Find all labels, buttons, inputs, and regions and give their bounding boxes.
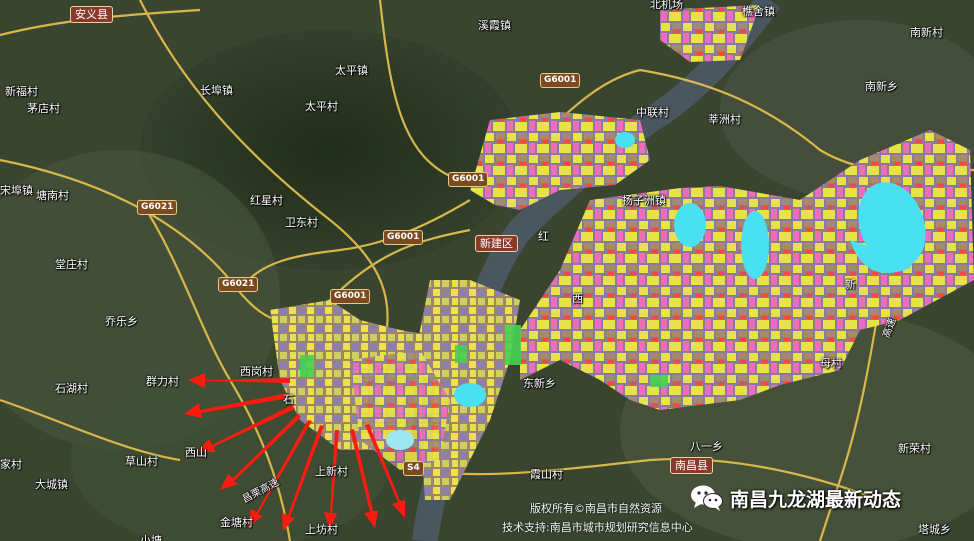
place-tacheng-village[interactable]: 塔城乡 [918,521,951,537]
wechat-watermark: 南昌九龙湖最新动态 [690,484,901,512]
place-beiji-airport[interactable]: 北机场 [650,0,683,12]
place-zhonglian-village[interactable]: 中联村 [636,104,669,120]
place-qiaole-town[interactable]: 乔乐乡 [105,313,138,329]
place-qiaoshe-town[interactable]: 樵舍镇 [742,3,775,19]
place-jintang-village[interactable]: 金塘村 [220,514,253,530]
place-shi-label: 石 [283,393,294,406]
place-xiaoling-village[interactable]: 小塘 [140,532,162,541]
watermark-text: 南昌九龙湖最新动态 [730,488,902,511]
map-view[interactable]: 安义县 溪霞镇 樵舍镇 北机场 南新村 新福村 茅店村 太平镇 长埠镇 太平村 … [0,0,974,541]
highway-shield-g6001: G6001 [383,230,424,245]
place-xi-label: 西 [572,292,583,305]
place-bayi-town[interactable]: 八一乡 [690,438,723,454]
place-nanchang-county[interactable]: 南昌县 [670,457,713,474]
place-weidong-village[interactable]: 卫东村 [285,214,318,230]
place-xinzhou-village[interactable]: 莘洲村 [708,111,741,127]
place-hong-label: 红 [538,230,549,243]
place-hongxing-village[interactable]: 红星村 [250,192,283,208]
place-tangzhuang-village[interactable]: 堂庄村 [55,256,88,272]
highway-shield-g6001: G6001 [448,172,489,187]
place-taiping-town[interactable]: 太平镇 [335,62,368,78]
copyright-text: 版权所有©南昌市自然资源 [530,502,662,515]
place-qunli-village[interactable]: 群力村 [146,373,179,389]
place-yangzizhou-town[interactable]: 扬子洲镇 [622,192,666,208]
place-xinfu-village[interactable]: 新福村 [5,83,38,99]
place-anyi-county[interactable]: 安义县 [70,6,113,23]
place-taiping-village[interactable]: 太平村 [305,98,338,114]
place-maodian-village[interactable]: 茅店村 [27,100,60,116]
place-changbu-town[interactable]: 长埠镇 [200,82,233,98]
place-xixi-town[interactable]: 溪霞镇 [478,17,511,33]
place-shangfang-village[interactable]: 上坊村 [305,521,338,537]
place-shihu-village[interactable]: 石湖村 [55,380,88,396]
place-xigang-village[interactable]: 西岗村 [240,363,273,379]
place-xinrong-village[interactable]: 新荣村 [898,440,931,456]
place-songbu-town[interactable]: 宋埠镇 [0,182,33,198]
place-shangxin-village[interactable]: 上新村 [315,463,348,479]
place-jia-village[interactable]: 家村 [0,456,22,472]
highway-shield-g6021: G6021 [137,200,178,215]
place-xin-label: 新 [845,278,856,291]
place-dongxin-town[interactable]: 东新乡 [523,375,556,391]
place-tangnan-village[interactable]: 塘南村 [36,187,69,203]
place-mu-village[interactable]: 母村 [820,355,842,371]
place-nanxin-town[interactable]: 南新乡 [865,78,898,94]
place-caobu-village[interactable]: 草山村 [125,453,158,469]
highway-shield-g6001: G6001 [330,289,371,304]
highway-shield-g6021: G6021 [218,277,259,292]
place-xiashan-village[interactable]: 霞山村 [530,466,563,482]
place-xishan-town[interactable]: 西山 [185,444,207,460]
highway-shield-g6001: G6001 [540,73,581,88]
place-nanxin-village[interactable]: 南新村 [910,24,943,40]
wechat-icon [691,485,723,511]
tech-support-text: 技术支持:南昌市城市规划研究信息中心 [502,521,693,534]
place-xinjian-district[interactable]: 新建区 [475,235,518,252]
place-dacheng-town[interactable]: 大城镇 [35,476,68,492]
highway-shield-s4: S4 [403,461,424,476]
